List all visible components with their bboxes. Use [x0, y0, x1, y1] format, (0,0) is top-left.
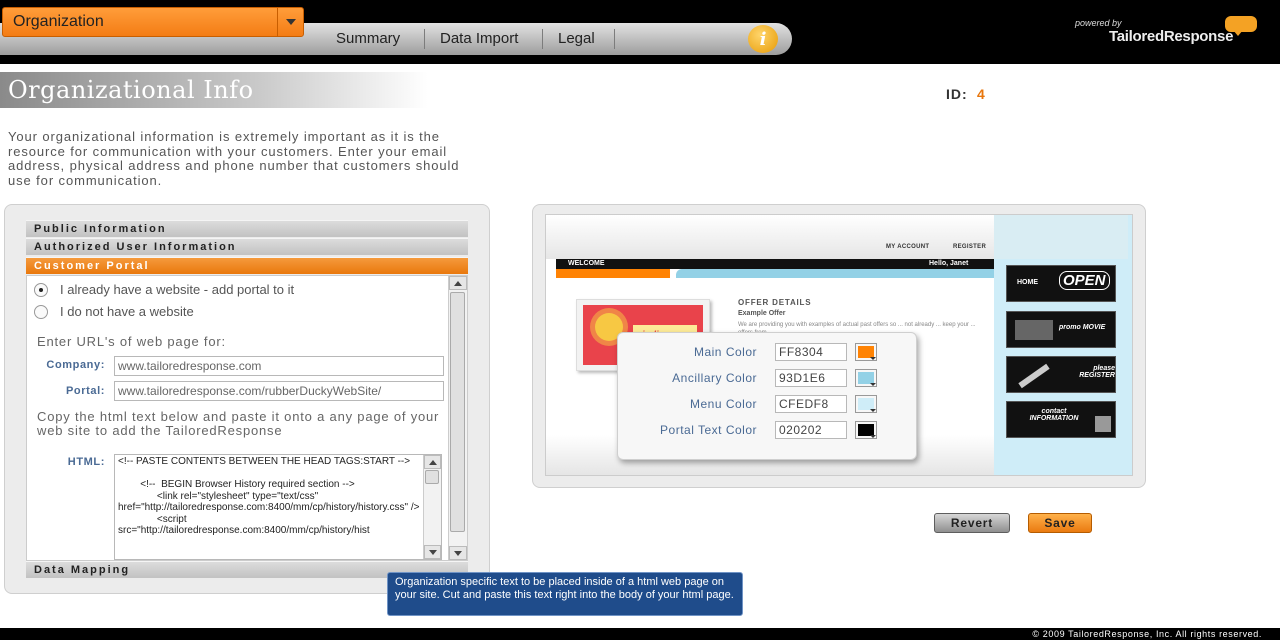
- menu-color-input[interactable]: CFEDF8: [775, 395, 847, 413]
- radio-button[interactable]: [34, 305, 48, 319]
- chevron-down-icon[interactable]: [277, 8, 303, 36]
- preview-welcome: WELCOME: [568, 260, 605, 267]
- scroll-thumb[interactable]: [450, 292, 465, 532]
- clapperboard-icon: [1015, 320, 1053, 340]
- accordion-public-information[interactable]: Public Information: [26, 220, 468, 237]
- page-title-band: Organizational Info: [0, 72, 428, 108]
- scroll-up-icon[interactable]: [424, 455, 441, 469]
- id-label: ID:: [946, 86, 968, 102]
- main-color-label: Main Color: [693, 345, 757, 359]
- ancillary-color-input[interactable]: 93D1E6: [775, 369, 847, 387]
- preview-tile-contact: contact INFORMATION: [1006, 401, 1116, 438]
- ancillary-color-picker[interactable]: [855, 369, 877, 387]
- scroll-down-icon[interactable]: [424, 545, 441, 559]
- preview-tile-register: please REGISTER: [1006, 356, 1116, 393]
- preview-offer-subtitle: Example Offer: [738, 310, 786, 317]
- footer: © 2009 TailoredResponse, Inc. All rights…: [0, 628, 1280, 640]
- top-bar: Summary Data Import Legal i Organization…: [0, 0, 1280, 64]
- pen-icon: [1018, 363, 1050, 389]
- logo-powered-by: powered by: [1075, 18, 1122, 28]
- radio-button-selected[interactable]: [34, 283, 48, 297]
- preview-header: MY ACCOUNT REGISTER: [546, 215, 994, 259]
- revert-button[interactable]: Revert: [934, 513, 1010, 533]
- portal-text-color-input[interactable]: 020202: [775, 421, 847, 439]
- nav-data-import[interactable]: Data Import: [424, 23, 534, 55]
- ancillary-color-label: Ancillary Color: [672, 371, 757, 385]
- company-label: Company:: [46, 359, 105, 371]
- portal-scrollbar[interactable]: [448, 276, 467, 560]
- scroll-thumb[interactable]: [425, 470, 439, 484]
- scroll-down-icon[interactable]: [449, 546, 467, 560]
- accordion-customer-portal[interactable]: Customer Portal: [26, 257, 468, 274]
- preview-menu-header: [994, 215, 1128, 259]
- html-code: <!-- PASTE CONTENTS BETWEEN THE HEAD TAG…: [118, 456, 420, 536]
- company-url-field[interactable]: www.tailoredresponse.com: [114, 356, 444, 376]
- preview-offer-title: OFFER DETAILS: [738, 298, 812, 307]
- portal-text-color-label: Portal Text Color: [660, 423, 757, 437]
- nav-legal[interactable]: Legal: [542, 23, 611, 55]
- intro-text: Your organizational information is extre…: [8, 129, 460, 188]
- scroll-up-icon[interactable]: [449, 276, 467, 290]
- menu-color-picker[interactable]: [855, 395, 877, 413]
- phone-icon: [1095, 416, 1111, 432]
- preview-hello: Hello, Janet: [929, 260, 969, 267]
- accordion-authorized-user-information[interactable]: Authorized User Information: [26, 238, 468, 255]
- nav-summary[interactable]: Summary: [320, 23, 416, 55]
- nav-divider: [614, 29, 615, 49]
- speech-bubble-icon: [1225, 16, 1257, 36]
- id-value: 4: [977, 86, 985, 102]
- preview-main-color-strip: [556, 269, 670, 278]
- portal-url-field[interactable]: www.tailoredresponse.com/rubberDuckyWebS…: [114, 381, 444, 401]
- preview-my-account-link: MY ACCOUNT: [886, 244, 930, 250]
- portal-text-color-picker[interactable]: [855, 421, 877, 439]
- organization-dropdown[interactable]: Organization: [2, 7, 304, 37]
- menu-color-label: Menu Color: [689, 397, 757, 411]
- html-help-tooltip: Organization specific text to be placed …: [387, 572, 743, 616]
- preview-ancillary-color-strip: [676, 269, 994, 278]
- preview-tile-home: HOME OPEN: [1006, 265, 1116, 302]
- url-heading: Enter URL's of web page for:: [37, 334, 226, 349]
- info-icon[interactable]: i: [748, 25, 778, 53]
- main-color-picker[interactable]: [855, 343, 877, 361]
- page-title: Organizational Info: [8, 76, 254, 104]
- preview-tile-movie: promo MOVIE: [1006, 311, 1116, 348]
- tailoredresponse-logo: powered by TailoredResponse: [1075, 14, 1265, 54]
- radio-none-label: I do not have a website: [60, 304, 194, 319]
- html-textarea[interactable]: <!-- PASTE CONTENTS BETWEEN THE HEAD TAG…: [114, 454, 442, 560]
- copy-instructions: Copy the html text below and paste it on…: [37, 409, 440, 438]
- portal-label: Portal:: [65, 385, 105, 397]
- html-scrollbar[interactable]: [423, 455, 441, 559]
- save-button[interactable]: Save: [1028, 513, 1092, 533]
- html-label: HTML:: [67, 456, 105, 468]
- copyright: © 2009 TailoredResponse, Inc. All rights…: [1032, 629, 1262, 639]
- organization-dropdown-label: Organization: [13, 13, 104, 30]
- radio-existing-label: I already have a website - add portal to…: [60, 282, 295, 297]
- preview-register-link: REGISTER: [953, 244, 987, 250]
- logo-brand: TailoredResponse: [1109, 28, 1234, 45]
- main-color-input[interactable]: FF8304: [775, 343, 847, 361]
